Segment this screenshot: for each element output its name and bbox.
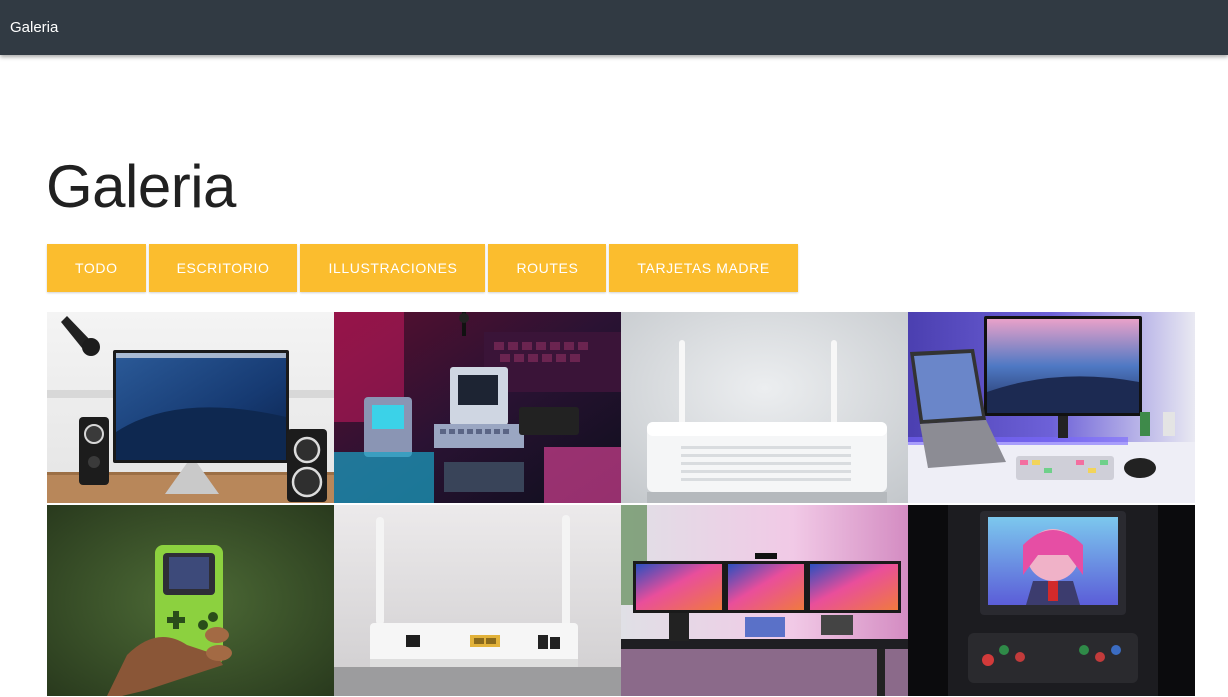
filter-bar: TODO ESCRITORIO ILLUSTRACIONES ROUTES TA…: [47, 244, 798, 292]
filter-motherboards-button[interactable]: TARJETAS MADRE: [609, 244, 798, 292]
filter-all-button[interactable]: TODO: [47, 244, 146, 292]
gallery-image-router-back[interactable]: [334, 505, 621, 696]
gallery-image-router-front[interactable]: [621, 312, 908, 503]
gallery-image-desk-setup[interactable]: [908, 312, 1195, 503]
app-title: Galeria: [10, 19, 59, 36]
gallery-image-arcade[interactable]: [908, 505, 1195, 696]
filter-illustrations-button[interactable]: ILLUSTRACIONES: [300, 244, 486, 292]
app-bar: Galeria: [0, 0, 1228, 55]
page-title: Galeria: [46, 153, 236, 220]
filter-desktop-button[interactable]: ESCRITORIO: [148, 244, 298, 292]
filter-routers-button[interactable]: ROUTES: [488, 244, 607, 292]
gallery-grid: [47, 312, 1195, 696]
gallery-image-handheld-console[interactable]: [47, 505, 334, 696]
gallery-image-triple-monitor[interactable]: [621, 505, 908, 696]
gallery-image-retro-computers[interactable]: [334, 312, 621, 503]
gallery-image-desktop-monitor[interactable]: [47, 312, 334, 503]
